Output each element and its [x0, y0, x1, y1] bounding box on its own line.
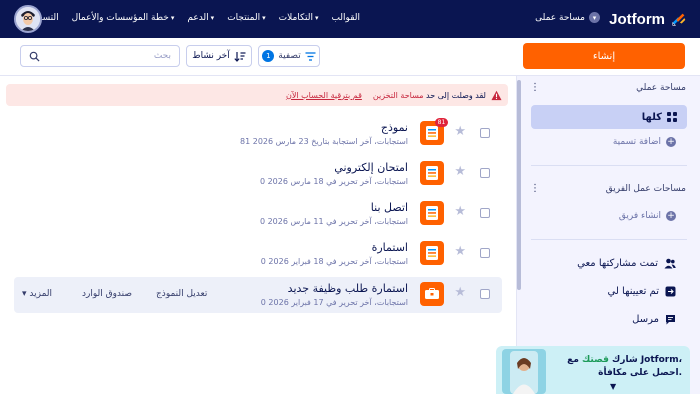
form-meta: 0 استجابات، آخر تحرير في 11 مارس 2026	[259, 217, 408, 226]
edit-form-button[interactable]: تعديل النموذج	[156, 289, 207, 299]
avatar[interactable]	[14, 5, 42, 33]
message-icon	[666, 315, 675, 325]
form-meta: 81 استجابات، آخر استجابة بتاريخ 23 مارس …	[240, 137, 408, 146]
jotform-logo[interactable]: Jotform	[609, 9, 688, 29]
main-menu: القوالب التكاملات ▾ المنتجات ▾ الدعم ▾ خطة …	[31, 13, 360, 23]
sidebar-item-all[interactable]: كلها	[531, 105, 687, 129]
form-title: نموذج	[380, 121, 408, 134]
assign-icon	[665, 286, 676, 297]
menu-integrations[interactable]: التكاملات ▾	[279, 13, 319, 23]
form-title: اتصل بنا	[370, 201, 408, 214]
team-workspaces-heading: مساحات عمل الفريق	[605, 184, 686, 194]
form-title: استمارة طلب وظيفة جديد	[287, 282, 408, 295]
my-workspace-heading: مساحة عملي	[636, 83, 686, 93]
sort-icon	[234, 51, 246, 62]
chevron-down-icon: ▾	[210, 14, 215, 22]
storage-limit-alert: قم بترقية الحساب الآن لقد وصلت إلى حد مس…	[6, 84, 508, 106]
users-icon	[664, 258, 676, 269]
top-navbar: Jotform مساحة عملى ▾ القوالب التكاملات ▾ …	[0, 0, 700, 38]
menu-templates[interactable]: القوالب	[331, 13, 360, 23]
form-row[interactable]: ★ استمارة 0 استجابات، آخر تحرير في 18 فب…	[14, 236, 502, 272]
search-icon	[29, 51, 40, 62]
row-checkbox[interactable]	[480, 168, 490, 178]
chevron-down-icon: ▾	[170, 14, 175, 22]
row-checkbox[interactable]	[480, 208, 490, 218]
alert-message: لقد وصلت إلى حد مساحة التخزين	[372, 90, 486, 100]
row-checkbox[interactable]	[480, 248, 490, 258]
form-title: امتحان إلكتروني	[334, 161, 408, 174]
grid-icon	[667, 112, 677, 122]
star-icon[interactable]: ★	[454, 286, 466, 299]
star-icon[interactable]: ★	[454, 125, 466, 138]
warning-icon	[491, 90, 502, 100]
sidebar-item-assigned-to-me[interactable]: تم تعيينها لي	[608, 286, 677, 297]
divider	[531, 165, 687, 166]
form-icon	[420, 201, 444, 225]
filter-button[interactable]: 1 تصفية	[258, 45, 320, 67]
form-icon	[420, 161, 444, 185]
inbox-button[interactable]: صندوق الوارد	[82, 289, 132, 299]
row-checkbox[interactable]	[480, 289, 490, 299]
filter-icon	[305, 51, 316, 61]
avatar-illustration	[16, 7, 40, 31]
job-application-form-icon	[420, 282, 444, 306]
form-meta: 0 استجابات، آخر تحرير في 17 فبراير 2026	[260, 298, 408, 307]
form-icon	[420, 241, 444, 265]
form-row[interactable]: ★ اتصل بنا 0 استجابات، آخر تحرير في 11 م…	[14, 196, 502, 232]
search-box[interactable]	[20, 45, 180, 67]
more-options-icon[interactable]: ⋮	[530, 183, 540, 194]
add-label-button[interactable]: اضافة تسمية +	[613, 137, 676, 147]
jotform-logo-icon	[672, 13, 686, 26]
create-team-button[interactable]: انشاء فريق +	[619, 211, 676, 221]
more-options-icon[interactable]: ⋮	[530, 82, 540, 93]
form-meta: 0 استجابات، آخر تحرير في 18 مارس 2026	[259, 177, 408, 186]
sidebar-item-sent[interactable]: مرسل	[632, 314, 676, 325]
menu-support[interactable]: الدعم ▾	[187, 13, 214, 23]
promo-photo	[502, 349, 546, 394]
workspace-label: مساحة عملى	[535, 12, 585, 23]
plus-icon: +	[666, 136, 676, 147]
form-title: استمارة	[371, 241, 408, 254]
sidebar-item-shared-with-me[interactable]: تمت مشاركتها معي	[577, 258, 676, 269]
workspace-switcher[interactable]: مساحة عملى ▾	[535, 12, 600, 23]
create-button[interactable]: إنشاء	[523, 43, 685, 69]
chevron-down-icon: ▾	[262, 14, 266, 22]
menu-products[interactable]: المنتجات ▾	[227, 13, 265, 23]
new-submissions-badge: 81	[435, 118, 448, 127]
more-button[interactable]: ▾ المزيد	[22, 289, 52, 299]
brand-name: Jotform	[609, 10, 665, 28]
sidebar-item-label: كلها	[641, 111, 662, 123]
filter-label: تصفية	[278, 51, 301, 61]
plus-icon: +	[666, 210, 676, 221]
form-row[interactable]: ★ 81 نموذج 81 استجابات، آخر استجابة بتار…	[14, 116, 502, 152]
chevron-down-icon: ▾	[589, 12, 600, 23]
row-checkbox[interactable]	[480, 128, 490, 138]
menu-enterprise[interactable]: خطة المؤسسات والأعمال ▾	[72, 13, 175, 23]
form-row[interactable]: ★ امتحان إلكتروني 0 استجابات، آخر تحرير …	[14, 156, 502, 192]
form-meta: 0 استجابات، آخر تحرير في 18 فبراير 2026	[260, 257, 408, 266]
search-input[interactable]	[51, 51, 171, 61]
chevron-down-icon: ▾	[314, 14, 319, 22]
sort-label: آخر نشاط	[192, 51, 230, 61]
filter-count-badge: 1	[262, 50, 275, 62]
divider	[531, 239, 687, 240]
chevron-down-icon[interactable]: ▼	[610, 382, 616, 391]
sort-button[interactable]: آخر نشاط	[186, 45, 252, 67]
promo-text: شارك قصتك مع Jotform، احصل على مكافأة.	[567, 355, 682, 378]
star-icon[interactable]: ★	[454, 165, 466, 178]
upgrade-link[interactable]: قم بترقية الحساب الآن	[286, 91, 362, 100]
form-row[interactable]: ★ استمارة طلب وظيفة جديد 0 استجابات، آخر…	[14, 277, 502, 313]
star-icon[interactable]: ★	[454, 245, 466, 258]
scrollbar[interactable]	[517, 80, 521, 290]
star-icon[interactable]: ★	[454, 205, 466, 218]
story-promo-banner[interactable]: شارك قصتك مع Jotform، احصل على مكافأة. ▼	[496, 346, 690, 394]
